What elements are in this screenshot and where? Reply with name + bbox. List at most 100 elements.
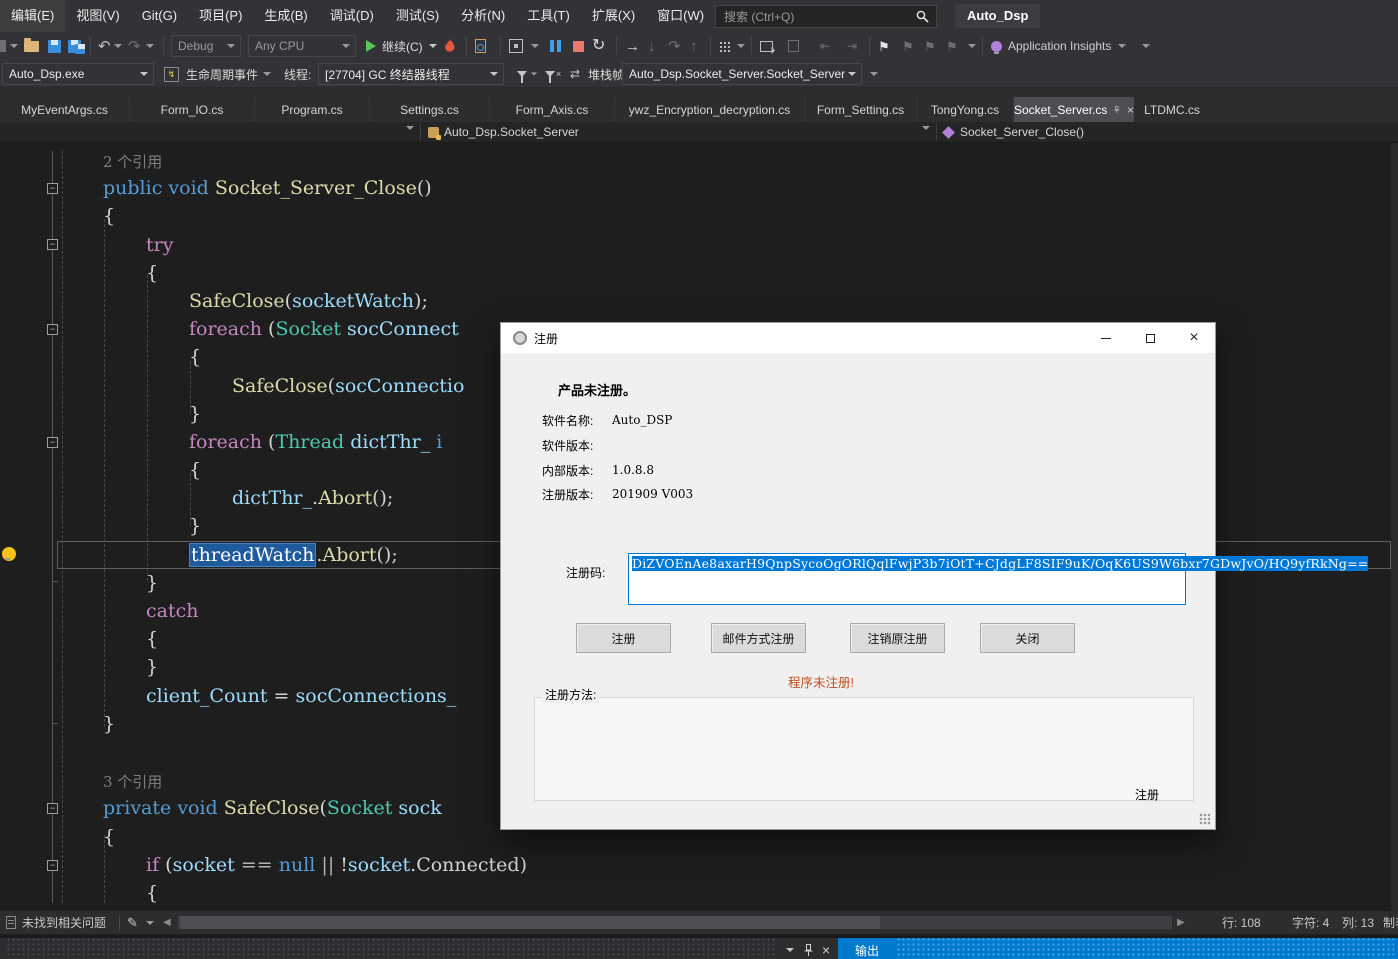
solution-platform-select[interactable]: Any CPU [248, 35, 356, 57]
dialog-maximize-button[interactable] [1128, 323, 1172, 353]
dialog-resize-grip[interactable] [1199, 813, 1211, 825]
menu-view[interactable]: 视图(V) [65, 0, 130, 32]
new-item-dropdown-icon[interactable] [10, 32, 18, 60]
debugbar-overflow-icon[interactable] [870, 60, 878, 88]
code-line[interactable]: { [57, 202, 1391, 230]
horizontal-scrollbar[interactable] [178, 916, 1172, 929]
quick-search-input[interactable]: 搜索 (Ctrl+Q) [715, 5, 937, 28]
tab-socket-server-active[interactable]: Socket_Server.cs × [1014, 97, 1134, 122]
prev-bookmark-icon[interactable]: ⚑ [902, 32, 914, 60]
reset-filter-icon[interactable]: × [545, 60, 561, 88]
undo-icon[interactable]: ↶ [98, 32, 111, 60]
type-dropdown[interactable]: Auto_Dsp.Socket_Server [444, 125, 579, 139]
reg-code-textbox[interactable]: DiZVOEnAe8axarH9QnpSycoOgORlQqlFwjP3b7iO… [628, 553, 1186, 605]
dialog-minimize-button[interactable] [1084, 323, 1128, 353]
redo-dropdown-icon[interactable] [146, 32, 154, 60]
code-line[interactable]: { [57, 259, 1391, 287]
step-into-icon[interactable]: ↓ [648, 32, 656, 60]
tab-myeventargs[interactable]: MyEventArgs.cs [0, 97, 130, 122]
register-by-email-button[interactable]: 邮件方式注册 [711, 623, 806, 653]
code-line[interactable]: SafeClose(socketWatch); [57, 287, 1391, 315]
unregister-button[interactable]: 注销原注册 [850, 623, 945, 653]
tab-form-io[interactable]: Form_IO.cs [130, 97, 255, 122]
code-line[interactable]: try [57, 231, 1391, 259]
menu-debug[interactable]: 调试(D) [319, 0, 385, 32]
solution-name-badge[interactable]: Auto_Dsp [955, 4, 1040, 28]
solution-config-select[interactable]: Debug [171, 35, 241, 57]
continue-button[interactable]: 继续(C) [366, 32, 437, 60]
tab-program[interactable]: Program.cs [255, 97, 370, 122]
code-line[interactable]: if (socket == null || !socket.Connected) [57, 851, 1391, 879]
tab-ltdmc[interactable]: LTDMC.cs [1136, 97, 1208, 122]
pause-icon[interactable] [550, 32, 561, 60]
thread-select[interactable]: [27704] GC 终结器线程 [318, 63, 504, 85]
stop-icon[interactable] [573, 32, 584, 60]
menu-build[interactable]: 生成(B) [253, 0, 318, 32]
diagnostic-tools-icon[interactable] [719, 32, 730, 60]
save-all-icon[interactable] [68, 32, 85, 60]
fix-issues-icon[interactable]: ✎ [127, 911, 138, 934]
fix-issues-dropdown-icon[interactable] [146, 911, 154, 934]
toggle-bookmark-icon[interactable]: ⚑ [878, 32, 890, 60]
menu-project[interactable]: 项目(P) [188, 0, 253, 32]
bookmark-dropdown-icon[interactable] [968, 32, 976, 60]
show-next-statement-icon[interactable]: → [625, 32, 640, 60]
copy-parent-icon[interactable] [788, 32, 799, 60]
step-over-icon[interactable]: ↷ [668, 32, 681, 60]
filter-threads-icon[interactable] [517, 60, 538, 88]
next-bookmark-icon[interactable]: ⚑ [924, 32, 936, 60]
increase-indent-icon[interactable]: ⇥ [847, 32, 857, 60]
toolbar-overflow-icon[interactable] [531, 32, 539, 60]
menu-tools[interactable]: 工具(T) [516, 0, 581, 32]
close-tab-icon[interactable]: × [1127, 104, 1134, 116]
panel-dropdown-icon[interactable] [786, 938, 794, 959]
panel-close-icon[interactable]: × [822, 938, 830, 959]
process-select[interactable]: Auto_Dsp.exe [2, 63, 154, 85]
diagnostic-dropdown-icon[interactable] [737, 32, 745, 60]
step-out-icon[interactable]: ↑ [690, 32, 698, 60]
code-line[interactable]: 2 个引用 [57, 146, 1391, 174]
tab-settings[interactable]: Settings.cs [370, 97, 490, 122]
code-line[interactable]: public void Socket_Server_Close() [57, 174, 1391, 202]
undo-dropdown-icon[interactable] [114, 32, 122, 60]
menu-git[interactable]: Git(G) [131, 0, 188, 32]
dialog-close-button[interactable]: × [1172, 323, 1216, 353]
restart-icon[interactable]: ↻ [592, 32, 605, 60]
clipboard-search-icon[interactable] [475, 32, 486, 60]
member-dropdown[interactable]: Socket_Server_Close() [960, 125, 1084, 139]
toolbar-overflow-icon[interactable] [1142, 32, 1150, 60]
menu-edit[interactable]: 编辑(E) [0, 0, 65, 32]
menu-analyze[interactable]: 分析(N) [450, 0, 516, 32]
code-line[interactable]: { [57, 879, 1391, 907]
save-icon[interactable] [48, 32, 61, 60]
tab-tongyong[interactable]: TongYong.cs [917, 97, 1014, 122]
menu-test[interactable]: 测试(S) [385, 0, 450, 32]
lifecycle-events-icon[interactable]: ↯ [164, 60, 179, 88]
pin-icon[interactable] [1114, 104, 1120, 115]
output-window-titlebar[interactable]: 输出 [838, 938, 1398, 959]
close-button[interactable]: 关闭 [980, 623, 1075, 653]
tab-form-setting[interactable]: Form_Setting.cs [805, 97, 917, 122]
redo-icon[interactable]: ↷ [128, 32, 141, 60]
scroll-right-icon[interactable]: ▶ [1177, 911, 1185, 934]
lifecycle-events-button[interactable]: 生命周期事件 [186, 60, 271, 88]
open-file-icon[interactable] [24, 32, 39, 60]
menu-extensions[interactable]: 扩展(X) [581, 0, 646, 32]
document-health-indicator[interactable]: 未找到相关问题 [6, 911, 106, 934]
panel-pin-icon[interactable] [804, 938, 813, 959]
scrollbar-thumb[interactable] [180, 916, 880, 929]
toggle-flagged-icon[interactable]: ⇄ [570, 60, 580, 88]
register-button[interactable]: 注册 [576, 623, 671, 653]
hot-reload-icon[interactable] [444, 32, 456, 60]
menu-window[interactable]: 窗口(W) [646, 0, 715, 32]
scroll-left-icon[interactable]: ◀ [163, 911, 171, 934]
target-window-icon[interactable] [509, 32, 523, 60]
app-insights-button[interactable]: Application Insights [1008, 32, 1126, 60]
decrease-indent-icon[interactable]: ⇤ [820, 32, 830, 60]
tab-form-axis[interactable]: Form_Axis.cs [490, 97, 615, 122]
stack-frame-select[interactable]: Auto_Dsp.Socket_Server.Socket_Server [622, 63, 862, 85]
navigate-cursor-icon[interactable] [760, 32, 773, 60]
panel-drag-grip[interactable] [6, 938, 776, 959]
editor-vertical-scrollbar[interactable] [1391, 143, 1398, 911]
clear-bookmarks-icon[interactable]: ⚑ [946, 32, 958, 60]
